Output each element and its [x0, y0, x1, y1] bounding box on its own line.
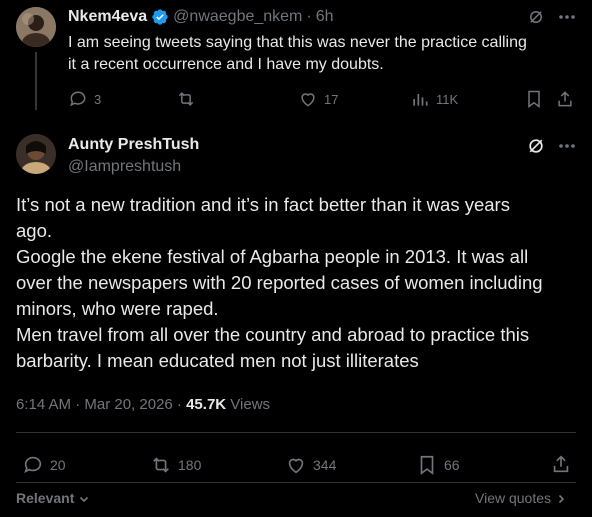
parent-handle[interactable]: @nwaegbe_nkem — [173, 8, 302, 26]
tweet-metadata: 6:14 AM · Mar 20, 2026 · 45.7K Views — [16, 396, 270, 413]
thread-line — [35, 52, 37, 110]
parent-like-count: 17 — [324, 91, 339, 107]
chevron-right-icon — [558, 495, 565, 504]
parent-author-name[interactable]: Nkem4eva — [68, 8, 147, 26]
heart-icon — [301, 93, 315, 107]
divider — [16, 432, 576, 433]
main-avatar[interactable] — [16, 134, 56, 174]
parent-time[interactable]: 6h — [316, 8, 334, 26]
repost-icon — [153, 457, 169, 473]
reply-count: 20 — [50, 457, 66, 473]
like-count: 344 — [313, 457, 337, 473]
repost-icon — [178, 92, 194, 106]
parent-text: I am seeing tweets saying that this was … — [68, 34, 527, 73]
parent-reply-count: 3 — [94, 91, 102, 107]
parent-bookmark-button[interactable] — [524, 89, 544, 109]
more-icon[interactable] — [557, 9, 577, 25]
main-author-name[interactable]: Aunty PreshTush — [68, 136, 199, 154]
view-quotes-label: View quotes — [475, 490, 552, 506]
parent-avatar[interactable] — [16, 7, 56, 47]
verified-badge-icon — [151, 8, 169, 26]
divider — [16, 482, 576, 483]
parent-views-button[interactable]: 11K — [410, 89, 458, 109]
parent-repost-button[interactable] — [176, 89, 196, 109]
repost-count: 180 — [178, 457, 202, 473]
bookmark-count: 66 — [444, 457, 460, 473]
avatar-image — [16, 7, 56, 47]
bookmark-icon — [528, 90, 540, 108]
chevron-down-icon — [80, 497, 89, 503]
reply-button[interactable]: 20 — [22, 454, 66, 476]
heart-icon — [288, 458, 304, 474]
parent-like-button[interactable]: 17 — [298, 89, 338, 109]
main-text: It’s not a new tradition and it’s in fac… — [16, 194, 543, 371]
avatar-image — [16, 134, 56, 174]
views-icon — [413, 94, 428, 106]
parent-view-count: 11K — [436, 91, 459, 107]
sort-label: Relevant — [16, 490, 75, 506]
grok-icon[interactable] — [527, 8, 545, 26]
share-icon — [553, 455, 569, 473]
parent-reply-button[interactable]: 3 — [68, 89, 101, 109]
repost-button[interactable]: 180 — [150, 454, 201, 476]
like-button[interactable]: 344 — [285, 454, 336, 476]
main-handle[interactable]: @Iampreshtush — [68, 158, 181, 176]
share-button[interactable] — [550, 453, 572, 475]
more-icon[interactable] — [557, 138, 577, 154]
views-label: Views — [230, 396, 271, 413]
bookmark-icon — [420, 455, 434, 475]
bookmark-button[interactable]: 66 — [416, 454, 460, 476]
separator: · — [306, 8, 312, 25]
sort-dropdown[interactable]: Relevant — [16, 490, 90, 506]
view-quotes-link[interactable]: View quotes — [475, 490, 567, 506]
grok-icon[interactable] — [526, 136, 546, 156]
timestamp[interactable]: 6:14 AM · Mar 20, 2026 · — [16, 396, 182, 413]
share-icon — [558, 91, 572, 107]
reply-icon — [24, 456, 42, 474]
parent-share-button[interactable] — [555, 89, 575, 109]
views-count: 45.7K — [186, 396, 227, 413]
